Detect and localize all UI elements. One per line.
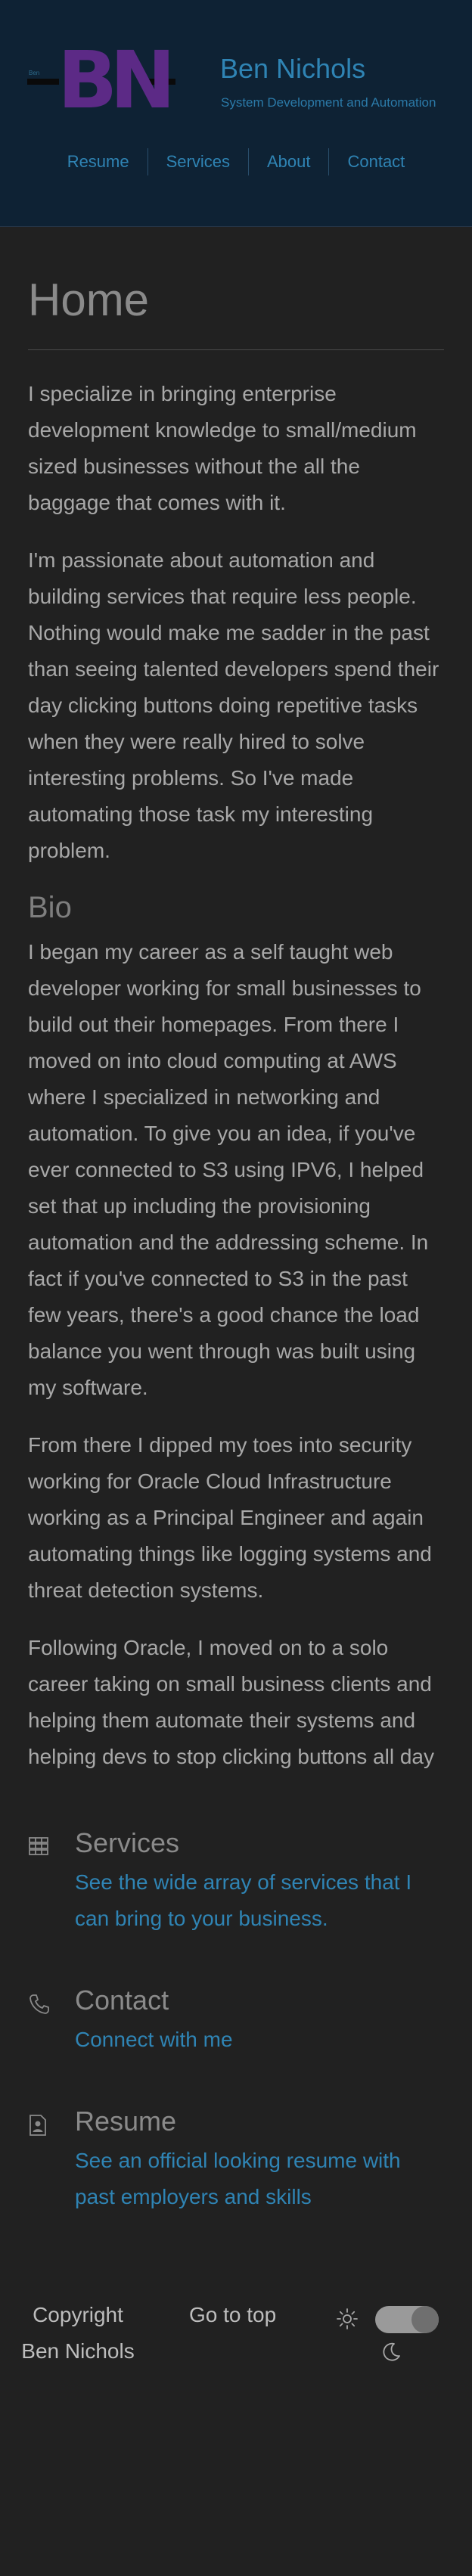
- theme-switch-knob: [411, 2306, 439, 2333]
- bio-paragraph: I began my career as a self taught web d…: [28, 940, 429, 1399]
- logo-bar-left: [27, 79, 59, 85]
- nav-contact[interactable]: Contact: [328, 148, 423, 175]
- main-nav: Resume Services About Contact: [0, 148, 472, 175]
- contact-link[interactable]: Connect with me: [75, 2022, 233, 2058]
- phone-icon: [28, 1984, 75, 2016]
- nav-resume[interactable]: Resume: [49, 148, 148, 175]
- resume-link[interactable]: See an official looking resume with past…: [75, 2143, 444, 2215]
- contact-card: Contact Connect with me: [28, 1984, 444, 2058]
- logo-small-left: Ben: [29, 70, 40, 76]
- site-header: Ben Nichols BN Ben Nichols System Develo…: [0, 0, 472, 227]
- contact-card-title: Contact: [75, 1985, 169, 2016]
- logo[interactable]: Ben Nichols BN: [27, 41, 179, 119]
- site-footer: Copyright Ben Nichols Go to top: [0, 2297, 472, 2494]
- nav-services[interactable]: Services: [147, 148, 248, 175]
- intro-paragraph: I'm passionate about automation and buil…: [28, 548, 439, 862]
- page-title: Home: [28, 227, 444, 350]
- main-content: Home I specialize in bringing enterprise…: [0, 227, 472, 2215]
- site-name[interactable]: Ben Nichols: [220, 53, 365, 85]
- resume-card: Resume See an official looking resume wi…: [28, 2105, 444, 2215]
- resume-card-title: Resume: [75, 2106, 177, 2137]
- site-tagline: System Development and Automation: [221, 95, 436, 110]
- sun-icon: [336, 2308, 359, 2334]
- services-card-title: Services: [75, 1827, 180, 1858]
- moon-icon: [380, 2341, 402, 2367]
- nav-about[interactable]: About: [247, 148, 329, 175]
- logo-monogram: BN: [57, 34, 175, 126]
- grid-icon: [28, 1826, 75, 1857]
- intro-paragraph: I specialize in bringing enterprise deve…: [28, 382, 417, 514]
- bio-paragraph: Following Oracle, I moved on to a solo c…: [28, 1636, 434, 1768]
- go-to-top-link[interactable]: Go to top: [189, 2297, 276, 2333]
- bio-paragraph: From there I dipped my toes into securit…: [28, 1433, 432, 1602]
- resume-icon: [28, 2105, 75, 2137]
- services-link[interactable]: See the wide array of services that I ca…: [75, 1864, 444, 1937]
- services-card: Services See the wide array of services …: [28, 1826, 444, 1937]
- theme-toggle: [333, 2303, 446, 2371]
- theme-switch[interactable]: [375, 2306, 439, 2333]
- bio-heading: Bio: [28, 891, 72, 924]
- copyright: Copyright Ben Nichols: [21, 2303, 135, 2363]
